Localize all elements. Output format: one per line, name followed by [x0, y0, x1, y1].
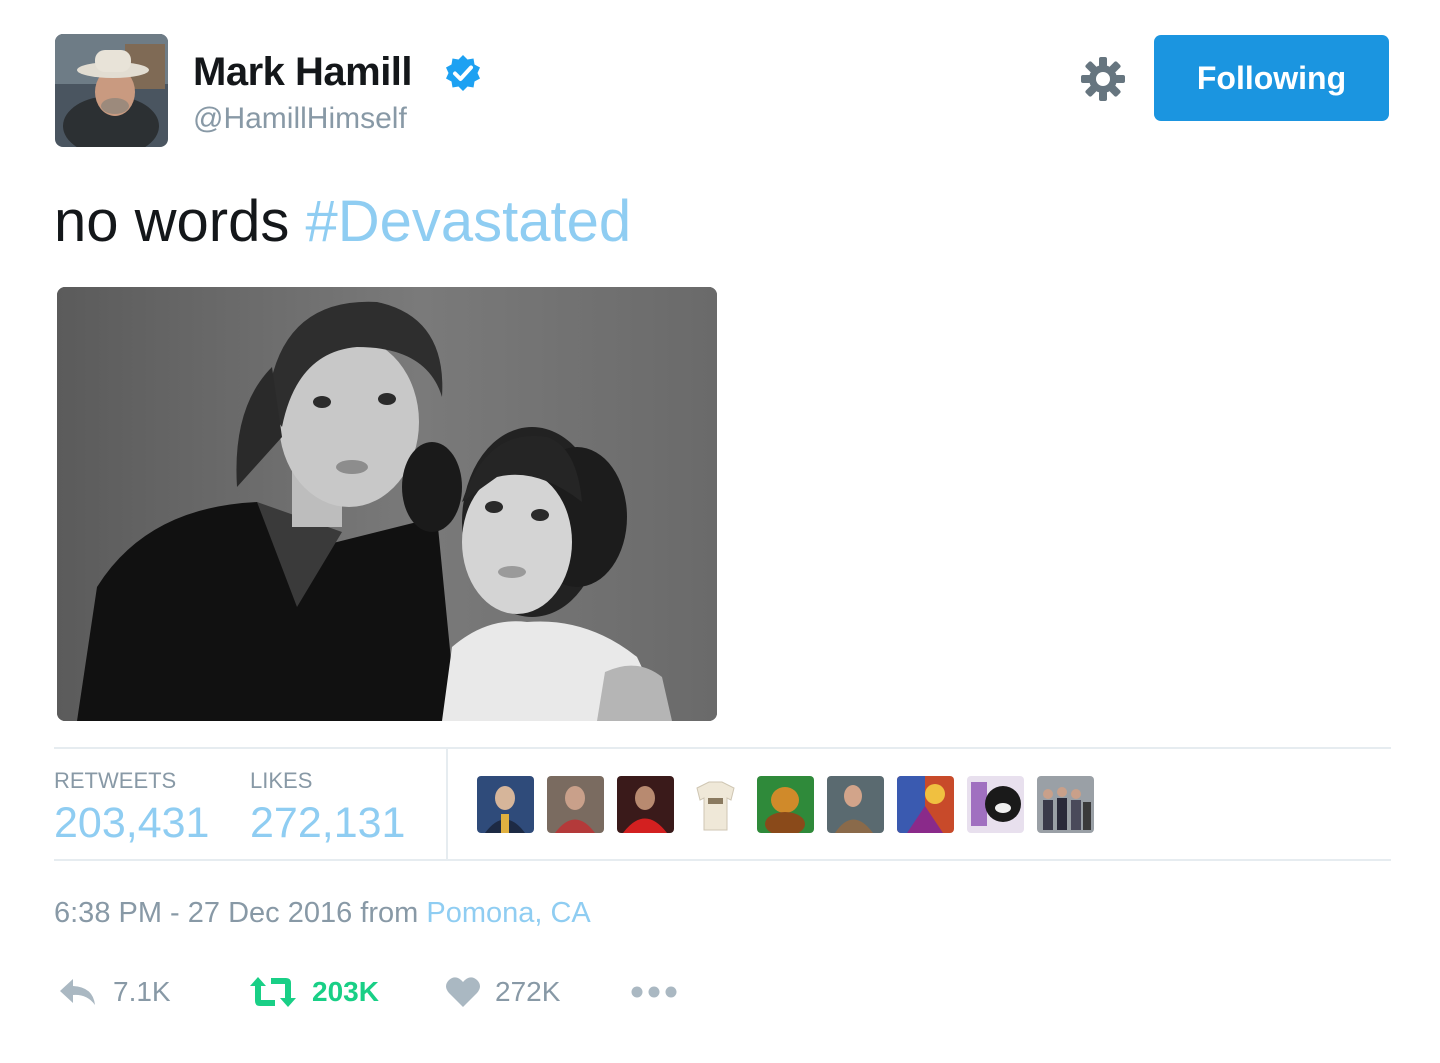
liker-avatar[interactable] — [827, 776, 884, 833]
likes-count[interactable]: 272,131 — [250, 799, 405, 848]
liker-avatar[interactable] — [687, 776, 744, 833]
liker-avatar[interactable] — [757, 776, 814, 833]
tweet-timestamp: 6:38 PM - 27 Dec 2016 from Pomona, CA — [54, 897, 591, 930]
gear-icon[interactable] — [1079, 55, 1127, 103]
profile-name[interactable]: Mark Hamill — [193, 50, 413, 95]
tweet-text: no words #Devastated — [54, 188, 631, 255]
retweets-label: RETWEETS — [54, 768, 177, 793]
liker-avatar[interactable] — [547, 776, 604, 833]
following-button[interactable]: Following — [1154, 35, 1389, 121]
stats-top-divider — [54, 747, 1391, 749]
likes-label: LIKES — [250, 768, 313, 793]
tweet-location-link[interactable]: Pomona, CA — [426, 897, 590, 929]
like-button[interactable]: 272K — [445, 970, 560, 1014]
verified-badge-icon — [444, 54, 482, 92]
like-count: 272K — [495, 976, 561, 1007]
stats-bottom-divider — [54, 859, 1391, 861]
tweet-from-text: from — [360, 897, 419, 929]
more-icon — [630, 985, 678, 999]
retweet-count: 203K — [312, 976, 379, 1007]
hashtag-link[interactable]: #Devastated — [305, 189, 631, 254]
stats-vertical-divider — [446, 749, 448, 860]
liker-avatars — [477, 776, 1094, 833]
tweet-text-content: no words — [54, 189, 290, 254]
liker-avatar[interactable] — [477, 776, 534, 833]
tweet-time-date[interactable]: 6:38 PM - 27 Dec 2016 — [54, 897, 352, 929]
liker-avatar[interactable] — [1037, 776, 1094, 833]
reply-icon — [57, 975, 99, 1009]
liker-avatar[interactable] — [617, 776, 674, 833]
heart-icon — [445, 976, 481, 1008]
more-button[interactable] — [630, 970, 678, 1014]
retweet-button[interactable]: 203K — [248, 970, 379, 1014]
reply-count: 7.1K — [113, 976, 171, 1007]
profile-avatar[interactable] — [55, 34, 168, 147]
liker-avatar[interactable] — [897, 776, 954, 833]
tweet-photo[interactable] — [57, 287, 717, 721]
liker-avatar[interactable] — [967, 776, 1024, 833]
retweet-icon — [248, 975, 298, 1009]
reply-button[interactable]: 7.1K — [57, 970, 171, 1014]
profile-handle[interactable]: @HamillHimself — [193, 102, 407, 136]
retweets-count[interactable]: 203,431 — [54, 799, 209, 848]
